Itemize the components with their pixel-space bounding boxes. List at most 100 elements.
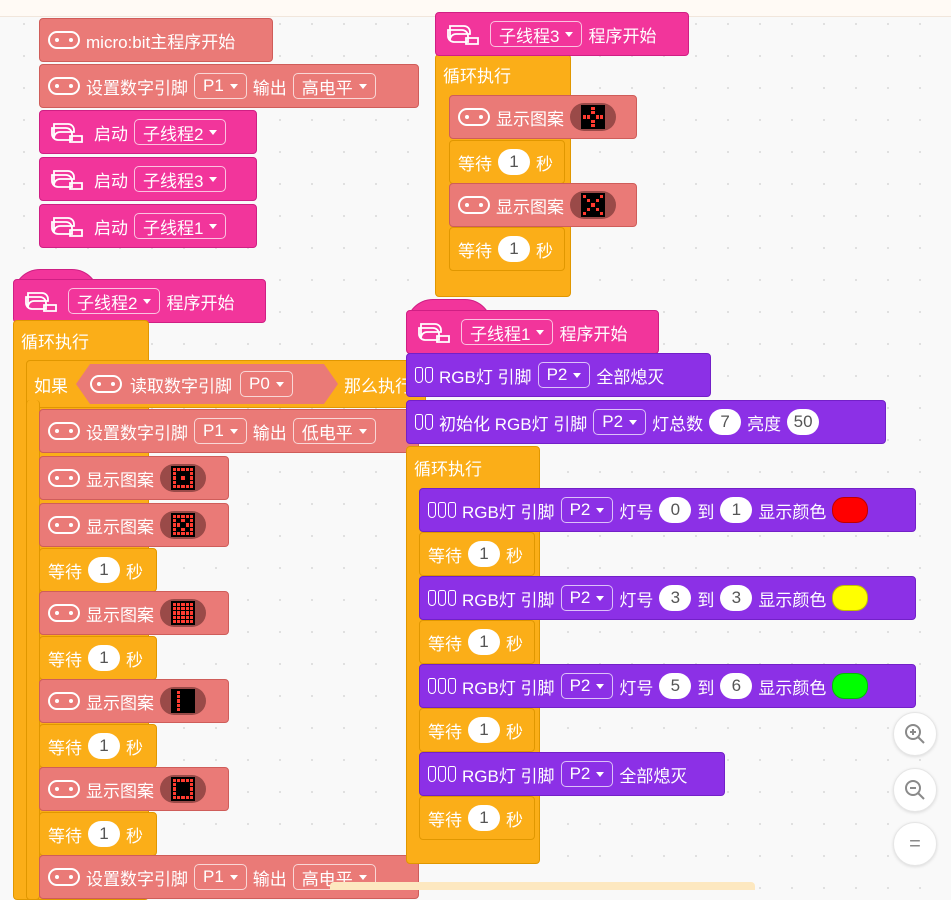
- zoom-in-icon: [905, 724, 925, 744]
- wait-block[interactable]: 等待 1 秒: [419, 708, 535, 752]
- wait-seconds-input[interactable]: 1: [88, 557, 120, 583]
- set-pin-block[interactable]: 设置数字引脚 P1 输出 低电平: [39, 409, 419, 453]
- wait-block[interactable]: 等待 1 秒: [419, 796, 535, 840]
- wait-block[interactable]: 等待 1 秒: [39, 724, 157, 768]
- thread2-start-block[interactable]: 子线程2 程序开始: [13, 279, 266, 323]
- rgb-pin-label: RGB灯 引脚: [462, 590, 555, 610]
- show-pattern-block[interactable]: 显示图案: [39, 679, 229, 723]
- rgb-range-color-block[interactable]: RGB灯 引脚 P2 灯号 5 到 6 显示颜色: [419, 664, 916, 708]
- pattern-picker[interactable]: [160, 599, 206, 627]
- pin-dropdown[interactable]: P2: [537, 362, 591, 388]
- set-pin-label: 设置数字引脚: [86, 78, 188, 98]
- wait-seconds-input[interactable]: 1: [498, 236, 530, 262]
- thread-dropdown[interactable]: 子线程1: [461, 319, 554, 345]
- thread1-loop-header[interactable]: 循环执行: [406, 446, 540, 488]
- thread-dropdown[interactable]: 子线程3: [134, 166, 227, 192]
- zoom-out-button[interactable]: [893, 768, 937, 812]
- wait-seconds-input[interactable]: 1: [468, 805, 500, 831]
- main-program-start-block[interactable]: micro:bit主程序开始: [39, 18, 273, 62]
- wait-block[interactable]: 等待 1 秒: [419, 620, 535, 664]
- microbit-icon: [458, 108, 490, 126]
- rgb-range-color-block[interactable]: RGB灯 引脚 P2 灯号 3 到 3 显示颜色: [419, 576, 916, 620]
- pattern-picker[interactable]: [160, 775, 206, 803]
- pattern-picker[interactable]: [570, 191, 616, 219]
- pattern-picker[interactable]: [160, 687, 206, 715]
- total-count-input[interactable]: 7: [709, 409, 742, 435]
- pattern-picker[interactable]: [570, 103, 616, 131]
- zoom-in-button[interactable]: [893, 712, 937, 756]
- show-pattern-block[interactable]: 显示图案: [39, 456, 229, 500]
- wait-seconds-input[interactable]: 1: [88, 821, 120, 847]
- set-pin-block[interactable]: 设置数字引脚 P1 输出 高电平: [39, 855, 419, 899]
- chevron-down-icon: [276, 382, 284, 387]
- thread-dropdown[interactable]: 子线程1: [134, 213, 227, 239]
- pattern-picker[interactable]: [160, 511, 206, 539]
- start-thread-block[interactable]: 启动 子线程2: [39, 110, 257, 154]
- thread1-start-block[interactable]: 子线程1 程序开始: [406, 310, 659, 354]
- level-dropdown[interactable]: 高电平: [292, 73, 376, 99]
- read-digital-pin-block[interactable]: 读取数字引脚 P0: [76, 364, 338, 404]
- wait-seconds-input[interactable]: 1: [88, 645, 120, 671]
- start-thread-block[interactable]: 启动 子线程3: [39, 157, 257, 201]
- lamp-from-input[interactable]: 5: [659, 673, 692, 699]
- thread3-start-block[interactable]: 子线程3 程序开始: [435, 12, 689, 56]
- show-pattern-block[interactable]: 显示图案: [449, 95, 637, 139]
- show-pattern-block[interactable]: 显示图案: [39, 503, 229, 547]
- show-pattern-block[interactable]: 显示图案: [39, 591, 229, 635]
- wait-seconds-input[interactable]: 1: [498, 149, 530, 175]
- show-pattern-label: 显示图案: [496, 109, 564, 129]
- pin-dropdown[interactable]: P0: [240, 371, 293, 397]
- lamp-to-input[interactable]: 6: [720, 673, 753, 699]
- thread-dropdown[interactable]: 子线程2: [134, 119, 227, 145]
- rgb-pin-label: RGB灯 引脚: [439, 367, 532, 387]
- wait-seconds-input[interactable]: 1: [88, 733, 120, 759]
- to-label: 到: [697, 502, 715, 522]
- rgb-pin-label: RGB灯 引脚: [462, 766, 555, 786]
- wait-block[interactable]: 等待 1 秒: [449, 140, 565, 184]
- thread-dropdown[interactable]: 子线程3: [490, 21, 583, 47]
- wait-block[interactable]: 等待 1 秒: [419, 532, 535, 576]
- brightness-input[interactable]: 50: [787, 409, 820, 435]
- wait-seconds-input[interactable]: 1: [468, 717, 500, 743]
- rgb-range-color-block[interactable]: RGB灯 引脚 P2 灯号 0 到 1 显示颜色: [419, 488, 916, 532]
- level-dropdown[interactable]: 低电平: [292, 418, 376, 444]
- output-label: 输出: [252, 423, 287, 443]
- lamp-to-input[interactable]: 3: [720, 585, 753, 611]
- show-pattern-block[interactable]: 显示图案: [39, 767, 229, 811]
- rgb-all-off-block[interactable]: RGB灯 引脚 P2 全部熄灭: [406, 353, 711, 397]
- lamp-to-input[interactable]: 1: [720, 497, 753, 523]
- thread2-loop-header[interactable]: 循环执行: [13, 320, 149, 360]
- chevron-down-icon: [358, 428, 367, 434]
- thread-dropdown[interactable]: 子线程2: [68, 288, 161, 314]
- rgb-all-off-block[interactable]: RGB灯 引脚 P2 全部熄灭: [419, 752, 725, 796]
- pin-dropdown[interactable]: P2: [560, 761, 614, 787]
- pattern-picker[interactable]: [160, 464, 206, 492]
- lamp-from-input[interactable]: 3: [659, 585, 692, 611]
- start-suffix-label: 程序开始: [166, 293, 235, 313]
- main-set-pin-block[interactable]: 设置数字引脚 P1 输出 高电平: [39, 64, 419, 108]
- pin-dropdown[interactable]: P1: [194, 73, 247, 99]
- start-thread-label: 启动: [94, 218, 128, 238]
- pin-dropdown[interactable]: P2: [560, 585, 614, 611]
- wait-seconds-input[interactable]: 1: [468, 629, 500, 655]
- pin-dropdown[interactable]: P2: [560, 497, 614, 523]
- thread3-loop-header[interactable]: 循环执行: [435, 53, 571, 95]
- zoom-reset-button[interactable]: =: [893, 822, 937, 866]
- show-pattern-block[interactable]: 显示图案: [449, 183, 637, 227]
- color-swatch[interactable]: [832, 673, 869, 699]
- start-thread-block[interactable]: 启动 子线程1: [39, 204, 257, 248]
- pin-dropdown[interactable]: P2: [560, 673, 614, 699]
- wait-seconds-input[interactable]: 1: [468, 541, 500, 567]
- wait-block[interactable]: 等待 1 秒: [39, 548, 157, 592]
- wait-block[interactable]: 等待 1 秒: [449, 227, 565, 271]
- pin-dropdown[interactable]: P1: [194, 418, 247, 444]
- rgb-init-block[interactable]: 初始化 RGB灯 引脚 P2 灯总数 7 亮度 50: [406, 400, 886, 444]
- pin-dropdown[interactable]: P2: [593, 409, 647, 435]
- wait-block[interactable]: 等待 1 秒: [39, 636, 157, 680]
- color-swatch[interactable]: [832, 585, 869, 611]
- wait-block[interactable]: 等待 1 秒: [39, 812, 157, 856]
- lamp-from-input[interactable]: 0: [659, 497, 692, 523]
- pin-dropdown[interactable]: P1: [194, 864, 247, 890]
- color-swatch[interactable]: [832, 497, 869, 523]
- wait-label: 等待: [48, 562, 82, 582]
